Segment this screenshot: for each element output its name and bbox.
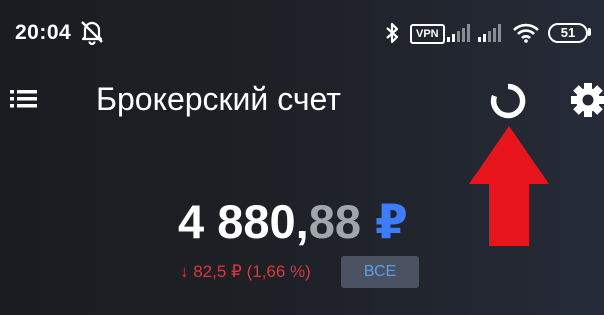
bluetooth-icon [386, 22, 399, 44]
balance-amount: 4 880,88 ₽ [178, 196, 408, 248]
gear-icon [571, 83, 604, 117]
vpn-badge: VPN [410, 24, 445, 44]
balance-integer: 4 880, [178, 195, 309, 248]
status-time: 20:04 [15, 21, 72, 44]
balance-currency: ₽ [374, 195, 408, 248]
battery-level: 51 [560, 25, 576, 40]
balance-fraction: 88 [308, 195, 361, 248]
bell-off-icon [81, 21, 103, 45]
wifi-icon [513, 23, 539, 43]
refresh-button[interactable] [489, 82, 527, 120]
refresh-icon [490, 83, 526, 119]
signal-icon [447, 24, 470, 42]
battery-icon: 51 [548, 23, 588, 43]
menu-button[interactable] [6, 86, 42, 114]
settings-button[interactable] [568, 80, 604, 120]
balance-change: ↓ 82,5 ₽ (1,66 %) [180, 262, 311, 281]
menu-icon [10, 90, 37, 108]
page-title: Брокерский счет [96, 81, 341, 117]
signal-icon-2 [478, 24, 501, 42]
status-bar: 20:04 VPN 51 [0, 0, 604, 68]
arrow-up-icon [469, 126, 549, 246]
battery-tip [588, 28, 591, 36]
period-all-button[interactable]: ВСЕ [341, 256, 419, 288]
